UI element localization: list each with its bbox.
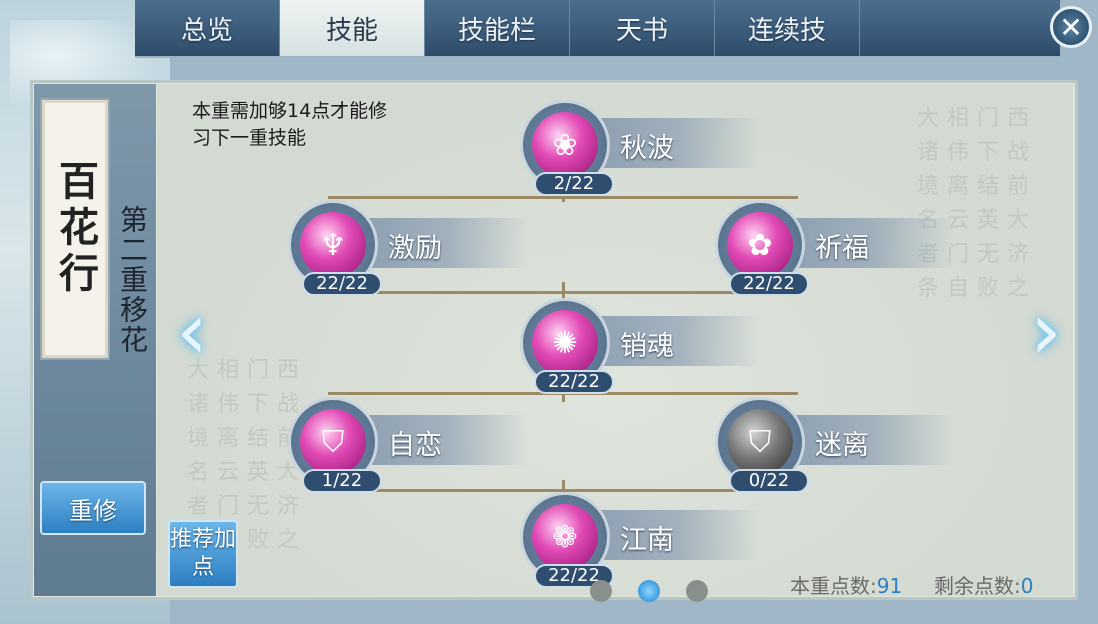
skill-qiubo[interactable]: ❀ 秋波 2/22	[520, 100, 760, 200]
skill-name: 秋波	[620, 133, 674, 164]
tab-skills[interactable]: 技能	[280, 0, 425, 56]
tier-points-label: 本重点数:	[790, 574, 877, 598]
skill-level: 22/22	[534, 370, 614, 394]
suggest-points-button[interactable]: 推荐加点	[168, 520, 238, 588]
page-indicator	[590, 580, 708, 602]
tab-tianshu[interactable]: 天书	[570, 0, 715, 56]
tab-bar: 总览 技能 技能栏 天书 连续技	[135, 0, 1060, 58]
skill-level: 2/22	[534, 172, 614, 196]
swirl-icon: ✺	[532, 310, 598, 376]
next-page-arrow-icon[interactable]: ›	[1026, 292, 1066, 372]
flower-icon: ❁	[532, 504, 598, 570]
skill-name: 销魂	[620, 331, 674, 362]
page-dot[interactable]	[590, 580, 612, 602]
page-dot[interactable]	[686, 580, 708, 602]
skill-qifu[interactable]: ✿ 祈福 22/22	[715, 200, 955, 300]
tab-overview[interactable]: 总览	[135, 0, 280, 56]
skill-xiaohun[interactable]: ✺ 销魂 22/22	[520, 298, 760, 398]
remaining-points-label: 剩余点数:	[934, 574, 1021, 598]
skill-level: 22/22	[302, 272, 382, 296]
tab-combo[interactable]: 连续技	[715, 0, 860, 56]
remaining-points-value: 0	[1020, 574, 1034, 598]
skill-level: 1/22	[302, 469, 382, 493]
prev-page-arrow-icon[interactable]: ‹	[172, 292, 212, 372]
skill-level: 22/22	[729, 272, 809, 296]
lotus-icon: ✿	[727, 212, 793, 278]
school-tier: 第二重移花	[116, 205, 149, 355]
skill-name: 激励	[388, 233, 442, 264]
points-stats: 本重点数:91 剩余点数:0	[790, 570, 1033, 599]
requirement-text: 本重需加够14点才能修习下一重技能	[192, 100, 388, 149]
emblem-icon: ♆	[300, 212, 366, 278]
skill-zilian[interactable]: ⛉ 自恋 1/22	[288, 397, 528, 497]
tab-skill-bar[interactable]: 技能栏	[425, 0, 570, 56]
petal-icon: ❀	[532, 112, 598, 178]
skill-jili[interactable]: ♆ 激励 22/22	[288, 200, 528, 300]
school-name: 百花行	[52, 160, 99, 298]
school-scroll: 百花行	[42, 100, 108, 358]
skill-name: 江南	[620, 525, 674, 556]
skill-mili[interactable]: ⛉ 迷离 0/22	[715, 397, 955, 497]
page-dot-active[interactable]	[638, 580, 660, 602]
skill-name: 自恋	[388, 430, 442, 461]
shield-icon: ⛉	[727, 409, 793, 475]
skill-name: 迷离	[815, 430, 869, 461]
close-button[interactable]: ✕	[1050, 6, 1092, 48]
reset-button[interactable]: 重修	[40, 481, 146, 535]
shield-icon: ⛉	[300, 409, 366, 475]
skill-name: 祈福	[815, 233, 869, 264]
skill-jiangnan[interactable]: ❁ 江南 22/22	[520, 492, 760, 592]
skill-level: 0/22	[729, 469, 809, 493]
tier-points-value: 91	[876, 574, 903, 598]
